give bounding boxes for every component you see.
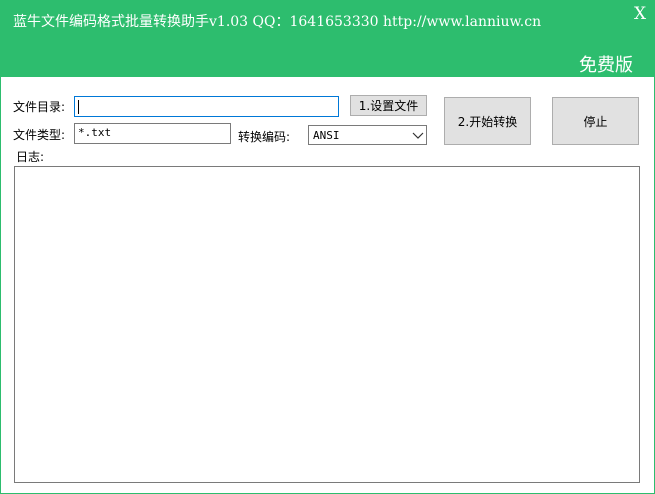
file-type-input[interactable]: *.txt [74,123,231,144]
file-type-value: *.txt [78,126,112,139]
stop-button[interactable]: 停止 [552,97,639,145]
edition-label: 免费版 [579,55,633,76]
encoding-label: 转换编码: [238,130,291,144]
title-bar[interactable]: 蓝牛文件编码格式批量转换助手v1.03 QQ：1641653330 http:/… [1,1,654,77]
chevron-down-icon [412,132,424,139]
log-textarea[interactable] [14,166,640,483]
log-label: 日志: [16,150,45,164]
start-convert-button[interactable]: 2.开始转换 [444,97,531,145]
encoding-select[interactable]: ANSI [308,125,427,145]
text-caret [78,100,79,114]
file-type-label: 文件类型: [13,128,66,142]
directory-label: 文件目录: [13,100,66,114]
app-window: 蓝牛文件编码格式批量转换助手v1.03 QQ：1641653330 http:/… [0,0,655,494]
encoding-value: ANSI [313,129,340,142]
window-title: 蓝牛文件编码格式批量转换助手v1.03 QQ：1641653330 http:/… [13,14,542,30]
set-files-button[interactable]: 1.设置文件 [350,95,427,116]
directory-input[interactable] [74,96,339,117]
close-button[interactable]: X [634,4,646,24]
